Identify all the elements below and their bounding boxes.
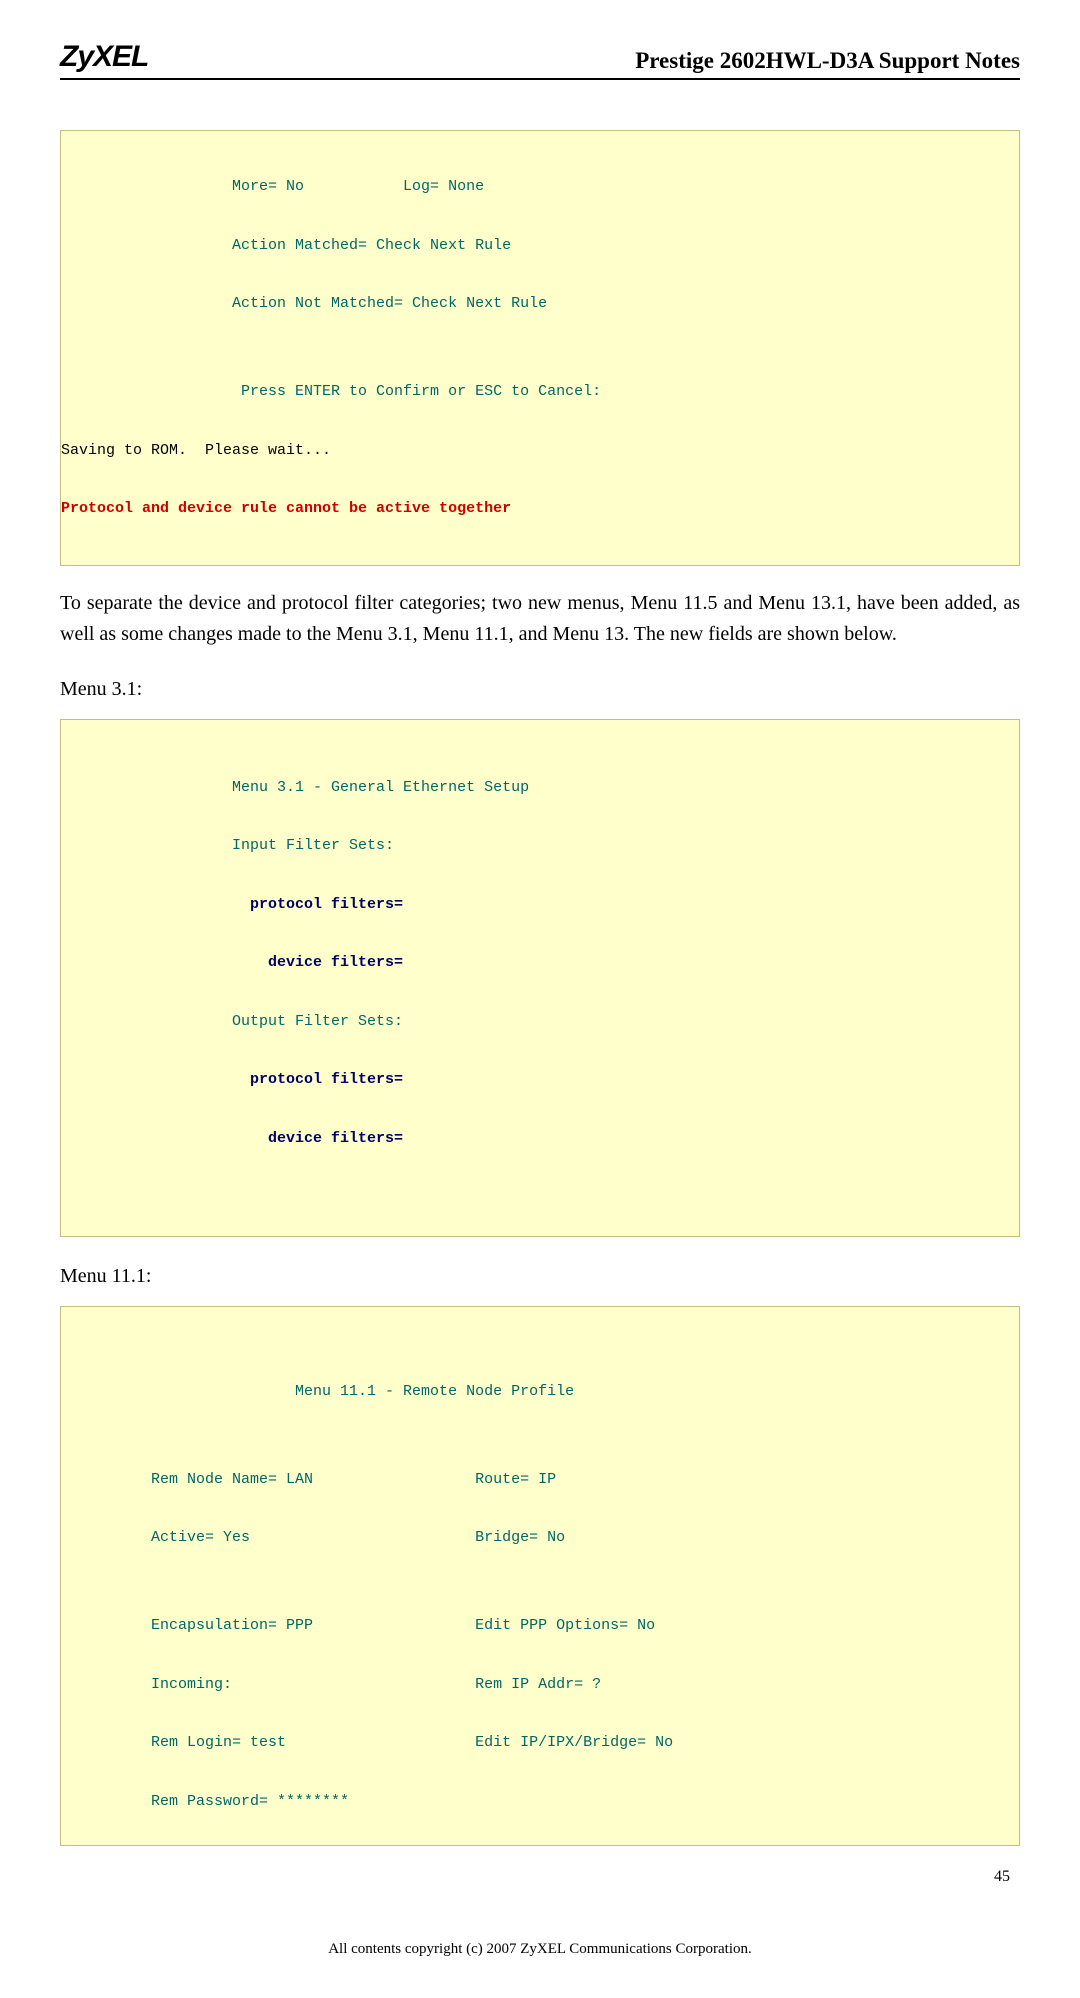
code-line-bold: device filters= [61,948,1019,977]
code-line: Rem Node Name= LAN Route= IP [61,1465,1019,1494]
code-line: Input Filter Sets: [61,831,1019,860]
code-line: Active= Yes Bridge= No [61,1523,1019,1552]
code-line: Output Filter Sets: [61,1007,1019,1036]
page-header: ZyXEL Prestige 2602HWL-D3A Support Notes [60,40,1020,80]
logo: ZyXEL [60,40,148,74]
menu-label-11-1: Menu 11.1: [60,1265,1020,1288]
document-title: Prestige 2602HWL-D3A Support Notes [635,48,1020,74]
code-line: Press ENTER to Confirm or ESC to Cancel: [61,377,1019,406]
code-block-2: Menu 3.1 - General Ethernet Setup Input … [60,719,1020,1237]
code-line: Incoming: Rem IP Addr= ? [61,1670,1019,1699]
code-line: Rem Password= ******** [61,1787,1019,1816]
footer-copyright: All contents copyright (c) 2007 ZyXEL Co… [60,1941,1020,1958]
code-line: Rem Login= test Edit IP/IPX/Bridge= No [61,1728,1019,1757]
paragraph: To separate the device and protocol filt… [60,588,1020,650]
code-line: Action Not Matched= Check Next Rule [61,289,1019,318]
code-line: Menu 3.1 - General Ethernet Setup [61,773,1019,802]
code-line-error: Protocol and device rule cannot be activ… [61,494,1019,523]
code-line: Menu 11.1 - Remote Node Profile [61,1377,1019,1406]
code-line: Encapsulation= PPP Edit PPP Options= No [61,1611,1019,1640]
code-block-1: More= No Log= None Action Matched= Check… [60,130,1020,566]
code-line: Saving to ROM. Please wait... [61,436,1019,465]
code-line: Action Matched= Check Next Rule [61,231,1019,260]
menu-label-3-1: Menu 3.1: [60,678,1020,701]
page-number: 45 [60,1868,1020,1886]
code-block-3: Menu 11.1 - Remote Node Profile Rem Node… [60,1306,1020,1847]
code-line-bold: device filters= [61,1124,1019,1153]
code-line-bold: protocol filters= [61,1065,1019,1094]
code-line: More= No Log= None [61,172,1019,201]
code-line-bold: protocol filters= [61,890,1019,919]
